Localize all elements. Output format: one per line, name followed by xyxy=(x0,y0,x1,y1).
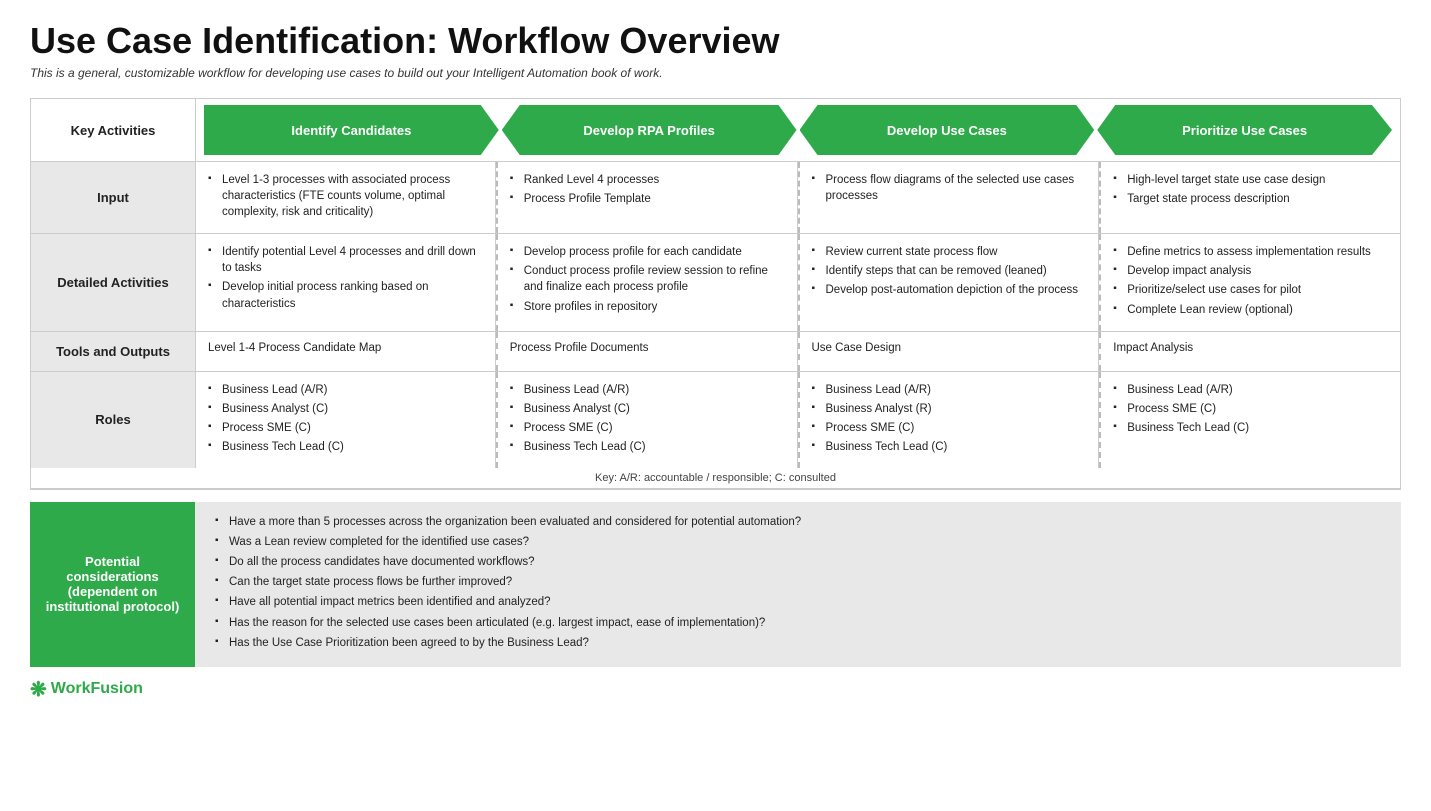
input-cell-1: Level 1-3 processes with associated proc… xyxy=(196,162,496,233)
considerations-label: Potential considerations (dependent on i… xyxy=(30,502,195,667)
detailed-cell-2: Develop process profile for each candida… xyxy=(496,234,798,330)
input-cell-2: Ranked Level 4 processes Process Profile… xyxy=(496,162,798,233)
roles-cell-4: Business Lead (A/R) Process SME (C) Busi… xyxy=(1099,372,1400,468)
consideration-item-6: Has the reason for the selected use case… xyxy=(215,615,1381,631)
roles-key: Key: A/R: accountable / responsible; C: … xyxy=(31,468,1400,489)
tools-cell-3: Use Case Design xyxy=(798,332,1100,371)
tools-outputs-cells: Level 1-4 Process Candidate Map Process … xyxy=(196,332,1400,371)
considerations-section: Potential considerations (dependent on i… xyxy=(30,502,1401,667)
detailed-cell-1: Identify potential Level 4 processes and… xyxy=(196,234,496,330)
header-identify-candidates: Identify Candidates xyxy=(204,105,499,155)
tools-cell-4: Impact Analysis xyxy=(1099,332,1400,371)
roles-cell-1: Business Lead (A/R) Business Analyst (C)… xyxy=(196,372,496,468)
detailed-item-12: Complete Lean review (optional) xyxy=(1113,302,1388,318)
tools-item-1: Level 1-4 Process Candidate Map xyxy=(208,342,381,354)
detailed-activities-label: Detailed Activities xyxy=(31,234,196,330)
consideration-item-7: Has the Use Case Prioritization been agr… xyxy=(215,635,1381,651)
consideration-item-5: Have all potential impact metrics been i… xyxy=(215,594,1381,610)
detailed-item-8: Develop post-automation depiction of the… xyxy=(812,282,1087,298)
detailed-cell-3: Review current state process flow Identi… xyxy=(798,234,1100,330)
tools-cell-1: Level 1-4 Process Candidate Map xyxy=(196,332,496,371)
input-item-5: High-level target state use case design xyxy=(1113,172,1388,188)
input-cell-4: High-level target state use case design … xyxy=(1099,162,1400,233)
consideration-item-1: Have a more than 5 processes across the … xyxy=(215,514,1381,530)
input-item-4: Process flow diagrams of the selected us… xyxy=(812,172,1087,204)
header-develop-use-cases: Develop Use Cases xyxy=(800,105,1095,155)
detailed-item-4: Conduct process profile review session t… xyxy=(510,263,785,295)
page-title: Use Case Identification: Workflow Overvi… xyxy=(30,20,1401,62)
header-develop-rpa: Develop RPA Profiles xyxy=(502,105,797,155)
consideration-item-4: Can the target state process flows be fu… xyxy=(215,574,1381,590)
tools-outputs-row: Tools and Outputs Level 1-4 Process Cand… xyxy=(31,332,1400,372)
workfusion-logo: ❋ WorkFusion xyxy=(30,677,1401,702)
input-item-6: Target state process description xyxy=(1113,191,1388,207)
roles-row: Roles Business Lead (A/R) Business Analy… xyxy=(31,372,1400,468)
consideration-item-2: Was a Lean review completed for the iden… xyxy=(215,534,1381,550)
key-activities-label: Key Activities xyxy=(31,99,196,161)
logo-icon: ❋ xyxy=(30,677,47,702)
detailed-item-3: Develop process profile for each candida… xyxy=(510,244,785,260)
tools-outputs-label: Tools and Outputs xyxy=(31,332,196,371)
header-row: Key Activities Identify Candidates Devel… xyxy=(31,99,1400,162)
detailed-activities-cells: Identify potential Level 4 processes and… xyxy=(196,234,1400,330)
detailed-item-5: Store profiles in repository xyxy=(510,299,785,315)
detailed-item-1: Identify potential Level 4 processes and… xyxy=(208,244,483,276)
detailed-activities-row: Detailed Activities Identify potential L… xyxy=(31,234,1400,331)
page-subtitle: This is a general, customizable workflow… xyxy=(30,66,1401,80)
tools-item-3: Use Case Design xyxy=(812,342,901,354)
roles-cells: Business Lead (A/R) Business Analyst (C)… xyxy=(196,372,1400,468)
logo-text: WorkFusion xyxy=(51,680,143,698)
detailed-item-7: Identify steps that can be removed (lean… xyxy=(812,263,1087,279)
header-prioritize: Prioritize Use Cases xyxy=(1097,105,1392,155)
considerations-content: Have a more than 5 processes across the … xyxy=(195,502,1401,667)
roles-cell-3: Business Lead (A/R) Business Analyst (R)… xyxy=(798,372,1100,468)
tools-cell-2: Process Profile Documents xyxy=(496,332,798,371)
detailed-item-9: Define metrics to assess implementation … xyxy=(1113,244,1388,260)
input-row: Input Level 1-3 processes with associate… xyxy=(31,162,1400,234)
detailed-item-11: Prioritize/select use cases for pilot xyxy=(1113,282,1388,298)
input-cells: Level 1-3 processes with associated proc… xyxy=(196,162,1400,233)
consideration-item-3: Do all the process candidates have docum… xyxy=(215,554,1381,570)
roles-label: Roles xyxy=(31,372,196,468)
roles-cell-2: Business Lead (A/R) Business Analyst (C)… xyxy=(496,372,798,468)
detailed-item-2: Develop initial process ranking based on… xyxy=(208,279,483,311)
workflow-table: Key Activities Identify Candidates Devel… xyxy=(30,98,1401,490)
input-label: Input xyxy=(31,162,196,233)
detailed-item-10: Develop impact analysis xyxy=(1113,263,1388,279)
input-item-3: Process Profile Template xyxy=(510,191,785,207)
tools-item-4: Impact Analysis xyxy=(1113,342,1193,354)
input-item-1: Level 1-3 processes with associated proc… xyxy=(208,172,483,220)
detailed-cell-4: Define metrics to assess implementation … xyxy=(1099,234,1400,330)
tools-item-2: Process Profile Documents xyxy=(510,342,649,354)
detailed-item-6: Review current state process flow xyxy=(812,244,1087,260)
input-item-2: Ranked Level 4 processes xyxy=(510,172,785,188)
input-cell-3: Process flow diagrams of the selected us… xyxy=(798,162,1100,233)
